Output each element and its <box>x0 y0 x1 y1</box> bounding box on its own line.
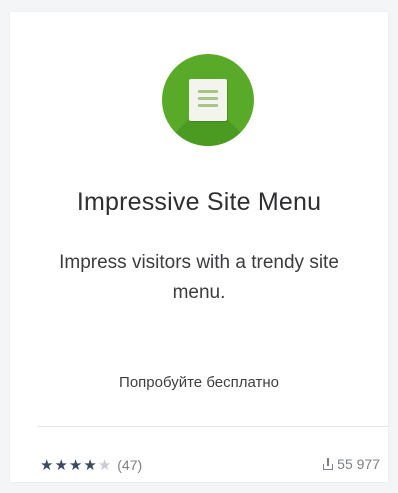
installs: 55 977 <box>322 456 380 472</box>
star-filled-icon: ★ <box>40 457 54 474</box>
star-filled-icon: ★ <box>68 457 83 474</box>
download-icon <box>322 458 334 470</box>
installs-count: 55 977 <box>337 456 380 472</box>
star-filled-icon: ★ <box>83 457 97 474</box>
app-card[interactable]: Impressive Site Menu Impress visitors wi… <box>10 12 388 482</box>
rating-stars: ★★★★★ <box>40 456 112 474</box>
app-icon <box>162 54 254 146</box>
app-description: Impress visitors with a trendy site menu… <box>59 252 339 303</box>
divider <box>38 426 388 427</box>
reviews-count[interactable]: (47) <box>117 457 142 473</box>
document-menu-icon <box>162 54 254 146</box>
star-filled-icon: ★ <box>54 457 68 474</box>
app-title[interactable]: Impressive Site Menu <box>10 188 388 217</box>
try-free-button[interactable]: Попробуйте бесплатно <box>10 374 388 391</box>
rating: ★★★★★ (47) <box>40 456 142 474</box>
star-empty-icon: ★ <box>97 457 112 474</box>
